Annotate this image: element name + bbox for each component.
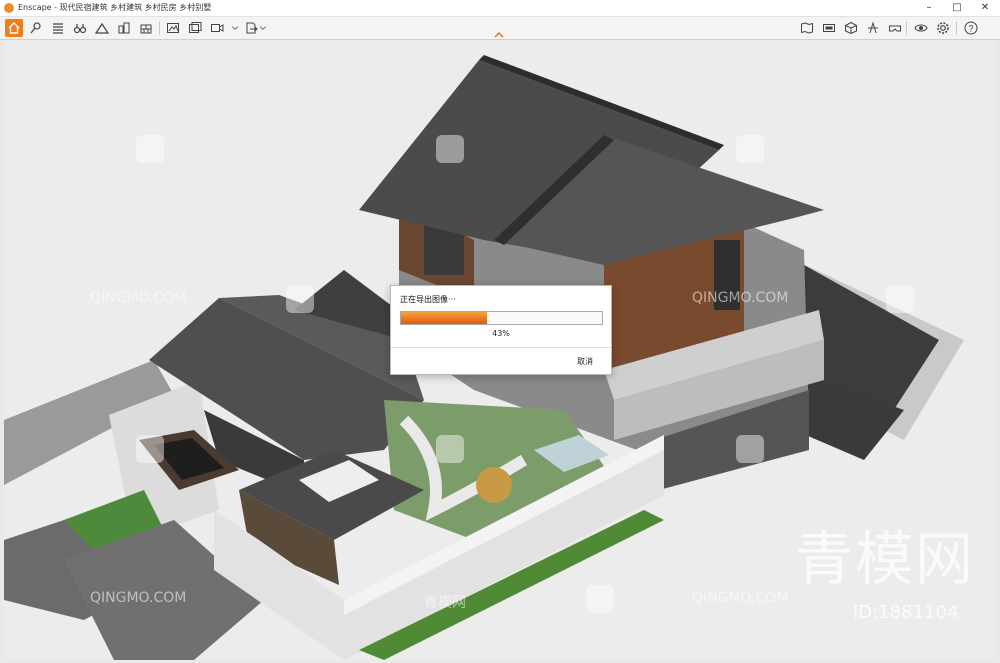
settings-eye-icon[interactable]: [912, 19, 930, 37]
watermark-logo-icon: [286, 285, 314, 313]
export-progress-dialog: 正在导出图像··· 43% 取消: [390, 285, 612, 375]
watermark-logo-icon: [736, 135, 764, 163]
title-bar: Enscape - 现代民宿建筑 乡村建筑 乡村民房 乡村别墅 – □ ✕: [0, 0, 1000, 17]
landscape-icon[interactable]: [93, 19, 111, 37]
buildings-icon[interactable]: [115, 19, 133, 37]
wall-icon[interactable]: [137, 19, 155, 37]
export-chevron-down-icon[interactable]: [258, 19, 268, 37]
render-batch-icon[interactable]: [186, 19, 204, 37]
dialog-title: 正在导出图像···: [400, 295, 456, 304]
render-image-icon[interactable]: [164, 19, 182, 37]
watermark-logo-icon: [136, 435, 164, 463]
progress-percent: 43%: [492, 329, 510, 338]
divider: [391, 347, 611, 348]
brand-watermark: 青模网: [795, 525, 976, 593]
list-icon[interactable]: [49, 19, 67, 37]
help-icon[interactable]: ?: [962, 19, 980, 37]
watermark-text: QINGMO.COM: [90, 290, 187, 306]
watermark-logo-icon: [586, 585, 614, 613]
watermark-text: QINGMO.COM: [90, 590, 187, 606]
panorama-icon[interactable]: [820, 19, 838, 37]
video-icon[interactable]: [208, 19, 226, 37]
pin-icon[interactable]: [27, 19, 45, 37]
progress-fill: [401, 312, 488, 324]
svg-text:?: ?: [968, 23, 973, 33]
id-watermark: ID:1881104: [853, 602, 959, 623]
watermark-logo-icon: [436, 435, 464, 463]
enscape-logo-icon: [4, 3, 14, 13]
close-button[interactable]: ✕: [971, 0, 999, 16]
map-icon[interactable]: [798, 19, 816, 37]
cancel-button[interactable]: 取消: [577, 356, 593, 367]
progress-bar: [400, 311, 603, 325]
gear-icon[interactable]: [934, 19, 952, 37]
binoculars-icon[interactable]: [71, 19, 89, 37]
home-icon[interactable]: [5, 19, 23, 37]
watermark-brand: 青模网: [424, 595, 466, 611]
watermark-logo-icon: [436, 135, 464, 163]
watermark-text: QINGMO.COM: [692, 290, 789, 306]
watermark-logo-icon: [136, 135, 164, 163]
cube-icon[interactable]: [842, 19, 860, 37]
maximize-button[interactable]: □: [943, 0, 971, 16]
light-icon[interactable]: [864, 19, 882, 37]
collapse-toolbar-chevron-icon[interactable]: [493, 25, 505, 38]
chevron-down-icon[interactable]: [230, 19, 240, 37]
minimize-button[interactable]: –: [915, 0, 943, 16]
watermark-logo-icon: [886, 285, 914, 313]
watermark-text: QINGMO.COM: [692, 590, 789, 606]
vr-icon[interactable]: [886, 19, 904, 37]
watermark-logo-icon: [736, 435, 764, 463]
window-title: Enscape - 现代民宿建筑 乡村建筑 乡村民房 乡村别墅: [18, 3, 212, 12]
